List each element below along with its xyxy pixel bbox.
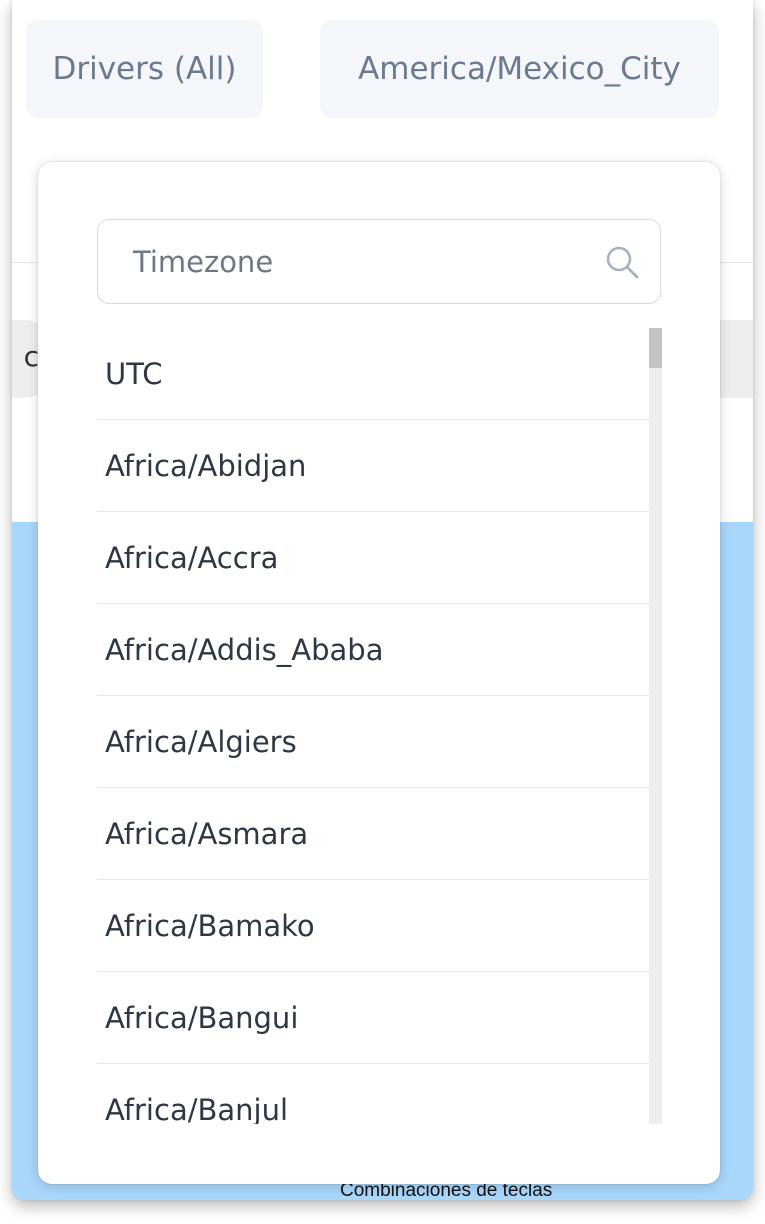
timezone-option-label: Africa/Algiers	[105, 724, 297, 759]
drivers-filter-label: Drivers (All)	[52, 51, 237, 87]
timezone-filter-label: America/Mexico_City	[358, 51, 681, 87]
timezone-option-utc[interactable]: UTC	[97, 328, 649, 420]
timezone-option-label: Africa/Asmara	[105, 816, 309, 851]
scrollbar-thumb[interactable]	[649, 328, 662, 368]
timezone-option-africa-bamako[interactable]: Africa/Bamako	[97, 880, 649, 972]
timezone-dropdown: UTC Africa/Abidjan Africa/Accra Africa/A…	[38, 162, 720, 1184]
timezone-search-input[interactable]	[98, 220, 660, 303]
search-icon[interactable]	[604, 244, 640, 280]
timezone-filter-button[interactable]: America/Mexico_City	[320, 20, 719, 118]
timezone-option-label: Africa/Addis_Ababa	[105, 632, 384, 667]
timezone-option-label: Africa/Banjul	[105, 1092, 289, 1125]
timezone-option-africa-bangui[interactable]: Africa/Bangui	[97, 972, 649, 1064]
timezone-option-label: Africa/Abidjan	[105, 448, 307, 483]
timezone-search-box	[97, 219, 661, 304]
timezone-option-label: Africa/Bamako	[105, 908, 315, 943]
timezone-option-africa-addis-ababa[interactable]: Africa/Addis_Ababa	[97, 604, 649, 696]
timezone-option-africa-banjul[interactable]: Africa/Banjul	[97, 1064, 649, 1125]
timezone-option-africa-abidjan[interactable]: Africa/Abidjan	[97, 420, 649, 512]
timezone-option-africa-asmara[interactable]: Africa/Asmara	[97, 788, 649, 880]
timezone-option-label: Africa/Bangui	[105, 1000, 299, 1035]
options-scrollbar[interactable]	[649, 328, 662, 1124]
timezone-option-africa-accra[interactable]: Africa/Accra	[97, 512, 649, 604]
timezone-option-label: Africa/Accra	[105, 540, 279, 575]
timezone-options-list: UTC Africa/Abidjan Africa/Accra Africa/A…	[97, 328, 649, 1124]
timezone-option-africa-algiers[interactable]: Africa/Algiers	[97, 696, 649, 788]
timezone-option-label: UTC	[105, 356, 163, 391]
drivers-filter-button[interactable]: Drivers (All)	[26, 20, 263, 118]
